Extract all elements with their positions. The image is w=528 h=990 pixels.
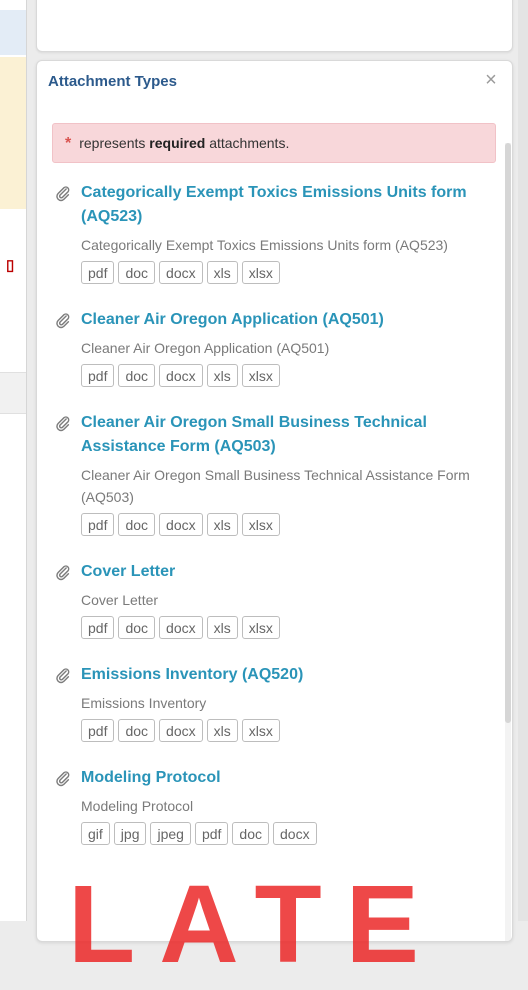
file-type-tag: doc — [118, 719, 156, 742]
file-type-tag: xls — [206, 719, 238, 742]
scrollbar-thumb[interactable] — [505, 143, 511, 723]
background-trash-icon: ▯ — [6, 257, 15, 274]
attachment-type-list: Categorically Exempt Toxics Emissions Un… — [52, 181, 492, 869]
file-type-tag: xlsx — [241, 513, 280, 536]
paperclip-icon — [54, 563, 72, 581]
attachment-type-description: Cleaner Air Oregon Application (AQ501) — [81, 340, 330, 356]
file-type-tag: doc — [118, 364, 156, 387]
attachment-type-title[interactable]: Cleaner Air Oregon Small Business Techni… — [81, 411, 492, 459]
file-type-tag: xls — [206, 364, 238, 387]
background-right-edge — [518, 0, 528, 921]
attachment-type-item: Cleaner Air Oregon Application (AQ501) Cl… — [52, 308, 492, 387]
attachment-type-description: Cleaner Air Oregon Small Business Techni… — [81, 467, 470, 505]
close-icon[interactable]: × — [480, 69, 502, 91]
previous-card — [36, 0, 513, 52]
paperclip-icon — [54, 184, 72, 202]
file-type-tag: docx — [159, 364, 203, 387]
paperclip-icon — [54, 311, 72, 329]
required-star: * — [65, 135, 72, 152]
file-type-tag: docx — [159, 719, 203, 742]
file-type-tag: xlsx — [241, 261, 280, 284]
file-type-tag: doc — [118, 261, 156, 284]
file-type-tags: pdf doc docx xls xlsx — [81, 616, 492, 639]
file-type-tag: docx — [159, 616, 203, 639]
attachment-type-title[interactable]: Cover Letter — [81, 560, 492, 584]
notice-suffix: attachments. — [209, 135, 290, 151]
notice-bold: required — [149, 135, 206, 151]
attachment-types-panel: Attachment Types × * represents required … — [36, 60, 513, 942]
file-type-tag: xlsx — [241, 719, 280, 742]
attachment-type-item: Categorically Exempt Toxics Emissions Un… — [52, 181, 492, 284]
watermark: LATE — [68, 870, 444, 986]
background-page-row — [0, 372, 26, 414]
file-type-tag: docx — [159, 513, 203, 536]
file-type-tags: pdf doc docx xls xlsx — [81, 719, 492, 742]
file-type-tag: pdf — [81, 364, 115, 387]
attachment-type-item: Cleaner Air Oregon Small Business Techni… — [52, 411, 492, 536]
file-type-tag: jpeg — [150, 822, 191, 845]
attachment-type-description: Categorically Exempt Toxics Emissions Un… — [81, 237, 448, 253]
attachment-type-title[interactable]: Modeling Protocol — [81, 766, 492, 790]
background-page-highlight — [0, 57, 26, 209]
paperclip-icon — [54, 414, 72, 432]
file-type-tag: docx — [273, 822, 317, 845]
panel-title: Attachment Types — [48, 73, 177, 90]
attachment-type-title[interactable]: Categorically Exempt Toxics Emissions Un… — [81, 181, 492, 229]
attachment-type-title[interactable]: Emissions Inventory (AQ520) — [81, 663, 492, 687]
attachment-type-description: Modeling Protocol — [81, 798, 194, 814]
notice-prefix: represents — [79, 135, 146, 151]
file-type-tag: xls — [206, 513, 238, 536]
file-type-tag: xlsx — [241, 364, 280, 387]
file-type-tag: pdf — [194, 822, 229, 845]
attachment-type-item: Modeling Protocol Modeling Protocol gif jpg… — [52, 766, 492, 845]
file-type-tag: jpg — [113, 822, 147, 845]
file-type-tags: pdf doc docx xls xlsx — [81, 513, 492, 536]
file-type-tag: xlsx — [241, 616, 280, 639]
file-type-tag: pdf — [81, 513, 115, 536]
file-type-tag: pdf — [81, 261, 115, 284]
file-type-tag: doc — [232, 822, 269, 845]
required-notice: * represents required attachments. — [52, 123, 496, 163]
attachment-type-item: Cover Letter Cover Letter pdf doc docx xls xls… — [52, 560, 492, 639]
attachment-type-title[interactable]: Cleaner Air Oregon Application (AQ501) — [81, 308, 492, 332]
file-type-tag: doc — [118, 513, 156, 536]
file-type-tag: xls — [206, 616, 238, 639]
paperclip-icon — [54, 769, 72, 787]
attachment-type-description: Cover Letter — [81, 592, 159, 608]
file-type-tag: doc — [118, 616, 156, 639]
attachment-type-item: Emissions Inventory (AQ520) Emissions Inv… — [52, 663, 492, 742]
paperclip-icon — [54, 666, 72, 684]
file-type-tag: pdf — [81, 719, 115, 742]
file-type-tags: pdf doc docx xls xlsx — [81, 364, 492, 387]
file-type-tag: pdf — [81, 616, 115, 639]
attachment-type-description: Emissions Inventory — [81, 695, 207, 711]
file-type-tag: docx — [159, 261, 203, 284]
file-type-tags: gif jpg jpeg pdf doc docx — [81, 822, 492, 845]
background-page-header — [0, 10, 26, 55]
file-type-tag: xls — [206, 261, 238, 284]
file-type-tags: pdf doc docx xls xlsx — [81, 261, 492, 284]
file-type-tag: gif — [81, 822, 110, 845]
